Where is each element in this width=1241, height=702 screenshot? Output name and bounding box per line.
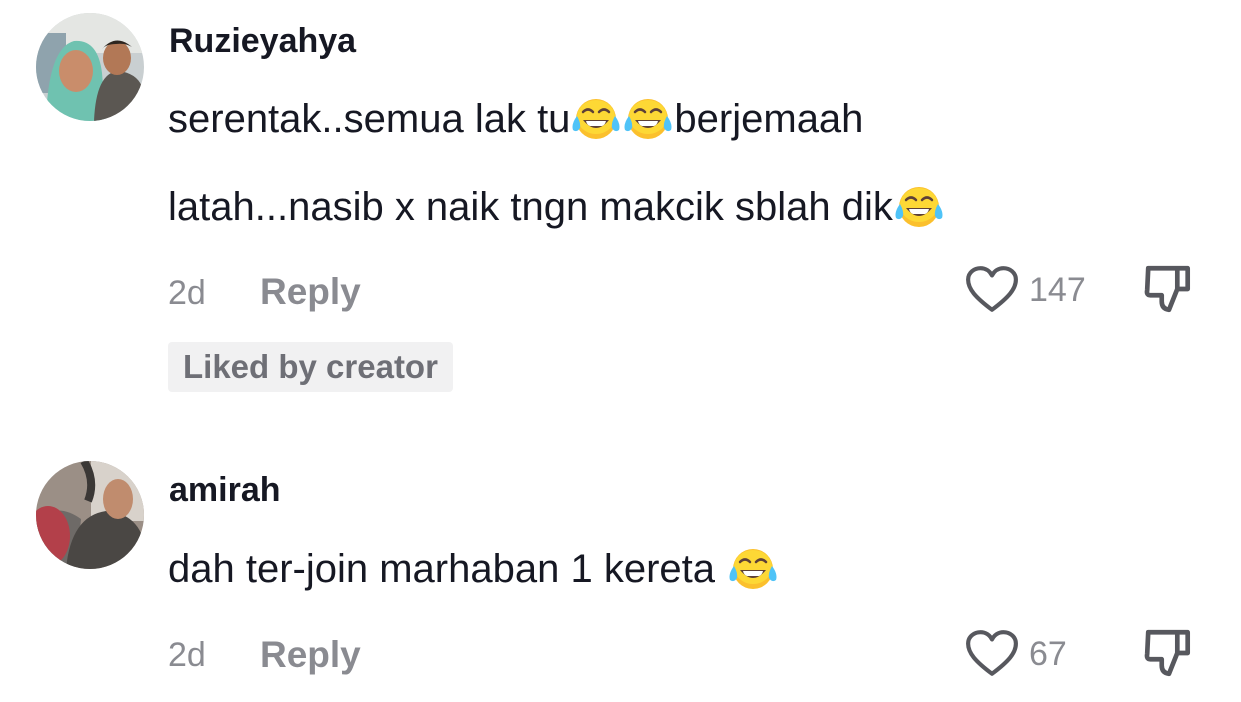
like-button[interactable]: 147 [965, 266, 1086, 314]
reply-button[interactable]: Reply [260, 271, 361, 313]
avatar[interactable] [36, 461, 144, 569]
dislike-button[interactable] [1142, 262, 1196, 321]
thumbs-down-icon[interactable] [1142, 262, 1196, 316]
comment-text: dah ter-join marhaban 1 kereta [168, 546, 779, 592]
reply-button[interactable]: Reply [260, 634, 361, 676]
heart-icon[interactable] [965, 266, 1019, 314]
timestamp: 2d [168, 636, 206, 674]
like-count: 147 [1029, 270, 1086, 309]
dislike-button[interactable] [1142, 626, 1196, 685]
like-button[interactable]: 67 [965, 630, 1067, 678]
comment-text-part: serentak..semua lak tu [168, 96, 571, 141]
laughing-emoji-icon [622, 96, 674, 142]
laughing-emoji-icon [893, 184, 945, 230]
comment-text-part: dah ter-join marhaban 1 kereta [168, 546, 715, 591]
comment-text-part: latah...nasib x naik tngn makcik sblah d… [168, 184, 893, 229]
comment-text: latah...nasib x naik tngn makcik sblah d… [168, 184, 945, 230]
liked-by-creator-badge: Liked by creator [168, 342, 453, 392]
heart-icon[interactable] [965, 630, 1019, 678]
username[interactable]: Ruzieyahya [169, 22, 356, 61]
laughing-emoji-icon [570, 96, 622, 142]
avatar[interactable] [36, 13, 144, 121]
like-count: 67 [1029, 634, 1067, 673]
comment-text: serentak..semua lak tu berjemaah [168, 96, 863, 142]
username[interactable]: amirah [169, 471, 281, 510]
thumbs-down-icon[interactable] [1142, 626, 1196, 680]
laughing-emoji-icon [727, 546, 779, 592]
timestamp: 2d [168, 274, 206, 312]
comment-text-part: berjemaah [674, 96, 864, 141]
